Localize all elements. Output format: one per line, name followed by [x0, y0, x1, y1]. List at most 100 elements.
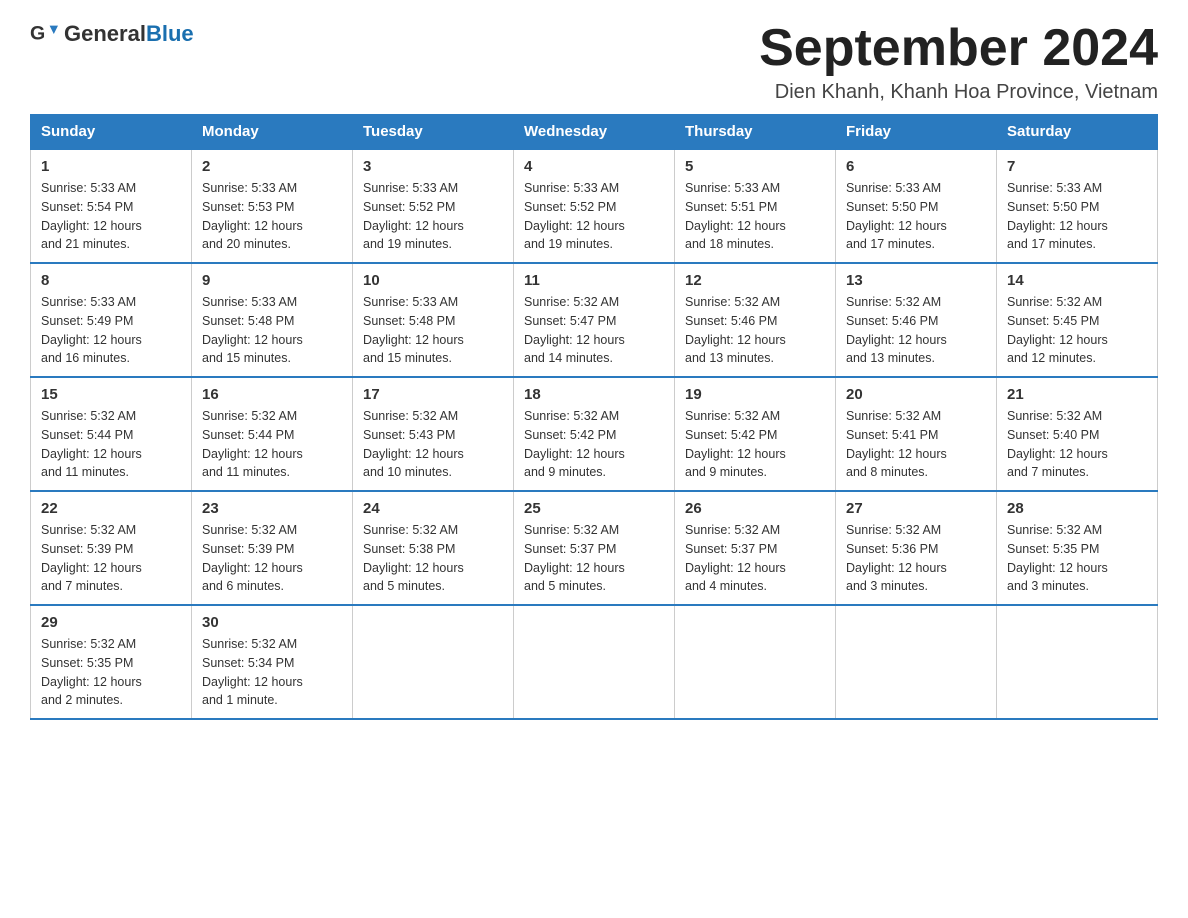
page-header: G GeneralBlue September 2024 Dien Khanh,…	[30, 20, 1158, 104]
day-info: Sunrise: 5:32 AM Sunset: 5:34 PM Dayligh…	[202, 635, 342, 710]
daylight-minutes: and 5 minutes.	[363, 579, 445, 593]
sunrise-label: Sunrise: 5:33 AM	[41, 295, 136, 309]
day-number: 10	[363, 272, 503, 289]
logo: G GeneralBlue	[30, 20, 194, 48]
location-subtitle: Dien Khanh, Khanh Hoa Province, Vietnam	[759, 81, 1158, 104]
daylight-label: Daylight: 12 hours	[846, 333, 947, 347]
sunset-label: Sunset: 5:34 PM	[202, 656, 294, 670]
title-block: September 2024 Dien Khanh, Khanh Hoa Pro…	[759, 20, 1158, 104]
day-info: Sunrise: 5:33 AM Sunset: 5:51 PM Dayligh…	[685, 179, 825, 254]
daylight-minutes: and 11 minutes.	[41, 465, 129, 479]
day-info: Sunrise: 5:32 AM Sunset: 5:45 PM Dayligh…	[1007, 293, 1147, 368]
calendar-cell: 30 Sunrise: 5:32 AM Sunset: 5:34 PM Dayl…	[192, 605, 353, 719]
daylight-minutes: and 11 minutes.	[202, 465, 290, 479]
sunrise-label: Sunrise: 5:32 AM	[363, 523, 458, 537]
day-number: 5	[685, 158, 825, 175]
day-info: Sunrise: 5:32 AM Sunset: 5:44 PM Dayligh…	[41, 407, 181, 482]
daylight-minutes: and 10 minutes.	[363, 465, 452, 479]
daylight-label: Daylight: 12 hours	[685, 447, 786, 461]
sunset-label: Sunset: 5:46 PM	[685, 314, 777, 328]
sunset-label: Sunset: 5:50 PM	[846, 200, 938, 214]
day-info: Sunrise: 5:33 AM Sunset: 5:49 PM Dayligh…	[41, 293, 181, 368]
weekday-header-row: SundayMondayTuesdayWednesdayThursdayFrid…	[31, 115, 1158, 150]
calendar-cell: 25 Sunrise: 5:32 AM Sunset: 5:37 PM Dayl…	[514, 491, 675, 605]
sunset-label: Sunset: 5:35 PM	[41, 656, 133, 670]
day-info: Sunrise: 5:32 AM Sunset: 5:47 PM Dayligh…	[524, 293, 664, 368]
daylight-minutes: and 8 minutes.	[846, 465, 928, 479]
daylight-label: Daylight: 12 hours	[1007, 447, 1108, 461]
calendar-week-row: 15 Sunrise: 5:32 AM Sunset: 5:44 PM Dayl…	[31, 377, 1158, 491]
sunset-label: Sunset: 5:44 PM	[41, 428, 133, 442]
daylight-label: Daylight: 12 hours	[363, 219, 464, 233]
sunset-label: Sunset: 5:42 PM	[685, 428, 777, 442]
calendar-cell: 14 Sunrise: 5:32 AM Sunset: 5:45 PM Dayl…	[997, 263, 1158, 377]
sunrise-label: Sunrise: 5:32 AM	[846, 523, 941, 537]
weekday-header-wednesday: Wednesday	[514, 115, 675, 150]
sunset-label: Sunset: 5:49 PM	[41, 314, 133, 328]
daylight-minutes: and 21 minutes.	[41, 237, 130, 251]
sunset-label: Sunset: 5:46 PM	[846, 314, 938, 328]
daylight-label: Daylight: 12 hours	[685, 561, 786, 575]
sunset-label: Sunset: 5:45 PM	[1007, 314, 1099, 328]
sunset-label: Sunset: 5:37 PM	[685, 542, 777, 556]
daylight-minutes: and 2 minutes.	[41, 693, 123, 707]
daylight-minutes: and 1 minute.	[202, 693, 278, 707]
sunrise-label: Sunrise: 5:33 AM	[524, 181, 619, 195]
calendar-cell: 19 Sunrise: 5:32 AM Sunset: 5:42 PM Dayl…	[675, 377, 836, 491]
daylight-label: Daylight: 12 hours	[41, 675, 142, 689]
daylight-minutes: and 12 minutes.	[1007, 351, 1096, 365]
sunrise-label: Sunrise: 5:32 AM	[1007, 523, 1102, 537]
day-number: 4	[524, 158, 664, 175]
sunset-label: Sunset: 5:37 PM	[524, 542, 616, 556]
calendar-week-row: 22 Sunrise: 5:32 AM Sunset: 5:39 PM Dayl…	[31, 491, 1158, 605]
sunset-label: Sunset: 5:41 PM	[846, 428, 938, 442]
daylight-minutes: and 4 minutes.	[685, 579, 767, 593]
day-info: Sunrise: 5:32 AM Sunset: 5:44 PM Dayligh…	[202, 407, 342, 482]
calendar-cell	[514, 605, 675, 719]
daylight-minutes: and 7 minutes.	[1007, 465, 1089, 479]
calendar-week-row: 1 Sunrise: 5:33 AM Sunset: 5:54 PM Dayli…	[31, 149, 1158, 263]
sunrise-label: Sunrise: 5:32 AM	[1007, 409, 1102, 423]
daylight-minutes: and 17 minutes.	[846, 237, 935, 251]
calendar-cell: 7 Sunrise: 5:33 AM Sunset: 5:50 PM Dayli…	[997, 149, 1158, 263]
sunrise-label: Sunrise: 5:32 AM	[846, 295, 941, 309]
sunrise-label: Sunrise: 5:32 AM	[685, 409, 780, 423]
calendar-cell: 17 Sunrise: 5:32 AM Sunset: 5:43 PM Dayl…	[353, 377, 514, 491]
logo-general-text: General	[64, 21, 146, 46]
day-info: Sunrise: 5:32 AM Sunset: 5:41 PM Dayligh…	[846, 407, 986, 482]
daylight-label: Daylight: 12 hours	[1007, 219, 1108, 233]
sunrise-label: Sunrise: 5:32 AM	[202, 637, 297, 651]
day-info: Sunrise: 5:32 AM Sunset: 5:43 PM Dayligh…	[363, 407, 503, 482]
sunrise-label: Sunrise: 5:32 AM	[685, 295, 780, 309]
calendar-cell: 5 Sunrise: 5:33 AM Sunset: 5:51 PM Dayli…	[675, 149, 836, 263]
day-info: Sunrise: 5:32 AM Sunset: 5:42 PM Dayligh…	[685, 407, 825, 482]
calendar-cell	[997, 605, 1158, 719]
sunrise-label: Sunrise: 5:32 AM	[524, 409, 619, 423]
day-number: 21	[1007, 386, 1147, 403]
sunset-label: Sunset: 5:36 PM	[846, 542, 938, 556]
calendar-cell: 8 Sunrise: 5:33 AM Sunset: 5:49 PM Dayli…	[31, 263, 192, 377]
daylight-minutes: and 5 minutes.	[524, 579, 606, 593]
day-number: 8	[41, 272, 181, 289]
daylight-minutes: and 13 minutes.	[846, 351, 935, 365]
day-number: 25	[524, 500, 664, 517]
calendar-cell: 16 Sunrise: 5:32 AM Sunset: 5:44 PM Dayl…	[192, 377, 353, 491]
weekday-header-thursday: Thursday	[675, 115, 836, 150]
calendar-cell: 6 Sunrise: 5:33 AM Sunset: 5:50 PM Dayli…	[836, 149, 997, 263]
day-info: Sunrise: 5:33 AM Sunset: 5:52 PM Dayligh…	[524, 179, 664, 254]
daylight-label: Daylight: 12 hours	[524, 447, 625, 461]
day-number: 2	[202, 158, 342, 175]
day-info: Sunrise: 5:32 AM Sunset: 5:40 PM Dayligh…	[1007, 407, 1147, 482]
sunset-label: Sunset: 5:39 PM	[41, 542, 133, 556]
weekday-header-friday: Friday	[836, 115, 997, 150]
logo-icon: G	[30, 20, 58, 48]
calendar-cell: 12 Sunrise: 5:32 AM Sunset: 5:46 PM Dayl…	[675, 263, 836, 377]
daylight-label: Daylight: 12 hours	[524, 333, 625, 347]
daylight-label: Daylight: 12 hours	[846, 447, 947, 461]
sunrise-label: Sunrise: 5:32 AM	[202, 409, 297, 423]
daylight-minutes: and 7 minutes.	[41, 579, 123, 593]
calendar-cell: 15 Sunrise: 5:32 AM Sunset: 5:44 PM Dayl…	[31, 377, 192, 491]
day-info: Sunrise: 5:32 AM Sunset: 5:46 PM Dayligh…	[685, 293, 825, 368]
sunset-label: Sunset: 5:52 PM	[524, 200, 616, 214]
calendar-cell: 27 Sunrise: 5:32 AM Sunset: 5:36 PM Dayl…	[836, 491, 997, 605]
